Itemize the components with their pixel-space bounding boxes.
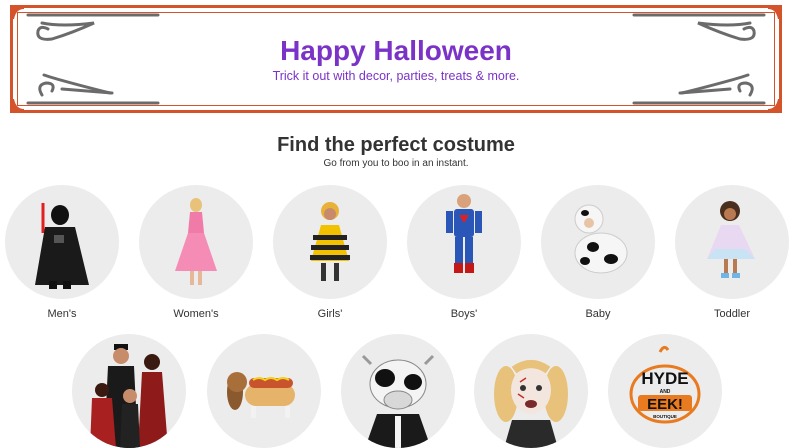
cow-baby-costume-icon <box>574 204 628 274</box>
category-boys[interactable]: Boys' <box>407 185 521 320</box>
svg-text:EEK!: EEK! <box>647 396 683 413</box>
boys-costume-image <box>407 185 521 299</box>
category-hyde-and-eek[interactable]: HYDE AND EEK! BOUTIQUE <box>608 334 722 448</box>
family-vampires-icon <box>90 344 168 448</box>
svg-text:HYDE: HYDE <box>641 369 688 388</box>
family-costume-image <box>72 334 186 448</box>
dog-hotdog-costume-icon <box>227 372 295 418</box>
baby-costume-image <box>541 185 655 299</box>
banner-title: Happy Halloween <box>280 35 512 66</box>
category-label: Baby <box>585 308 611 320</box>
pet-costume-image <box>207 334 321 448</box>
halloween-banner[interactable]: Happy Halloween Trick it out with decor,… <box>10 5 782 113</box>
section-subtitle: Go from you to boo in an instant. <box>323 158 469 169</box>
category-womens[interactable]: Women's <box>139 185 253 320</box>
vader-costume-icon <box>35 203 89 289</box>
mask-costume-image <box>341 334 455 448</box>
hyde-and-eek-logo-circle: HYDE AND EEK! BOUTIQUE <box>608 334 722 448</box>
superhero-costume-icon <box>446 194 482 273</box>
cow-mask-costume-icon <box>361 354 435 448</box>
svg-text:BOUTIQUE: BOUTIQUE <box>653 414 677 419</box>
category-label: Men's <box>47 308 77 320</box>
mens-costume-image <box>5 185 119 299</box>
bee-girl-costume-icon <box>310 202 350 281</box>
unicorn-toddler-costume-icon <box>707 201 755 278</box>
svg-text:AND: AND <box>660 389 671 395</box>
category-mens[interactable]: Men's <box>5 185 119 320</box>
category-label: Women's <box>173 308 219 320</box>
banner-subtitle: Trick it out with decor, parties, treats… <box>272 69 520 83</box>
category-label: Toddler <box>713 308 751 320</box>
makeup-costume-image <box>474 334 588 448</box>
category-toddler[interactable]: Toddler <box>675 185 789 320</box>
category-pets[interactable] <box>207 334 321 448</box>
girl-face-paint-icon <box>494 360 568 448</box>
category-label: Girls' <box>317 308 343 320</box>
toddler-costume-image <box>675 185 789 299</box>
princess-costume-icon <box>175 198 217 285</box>
section-title: Find the perfect costume <box>277 134 515 156</box>
girls-costume-image <box>273 185 387 299</box>
category-family[interactable] <box>72 334 186 448</box>
hyde-and-eek-logo-icon: HYDE AND EEK! BOUTIQUE <box>629 345 701 424</box>
category-label: Boys' <box>450 308 478 320</box>
category-makeup[interactable] <box>474 334 588 448</box>
category-baby[interactable]: Baby <box>541 185 655 320</box>
womens-costume-image <box>139 185 253 299</box>
category-girls[interactable]: Girls' <box>273 185 387 320</box>
category-masks[interactable] <box>341 334 455 448</box>
